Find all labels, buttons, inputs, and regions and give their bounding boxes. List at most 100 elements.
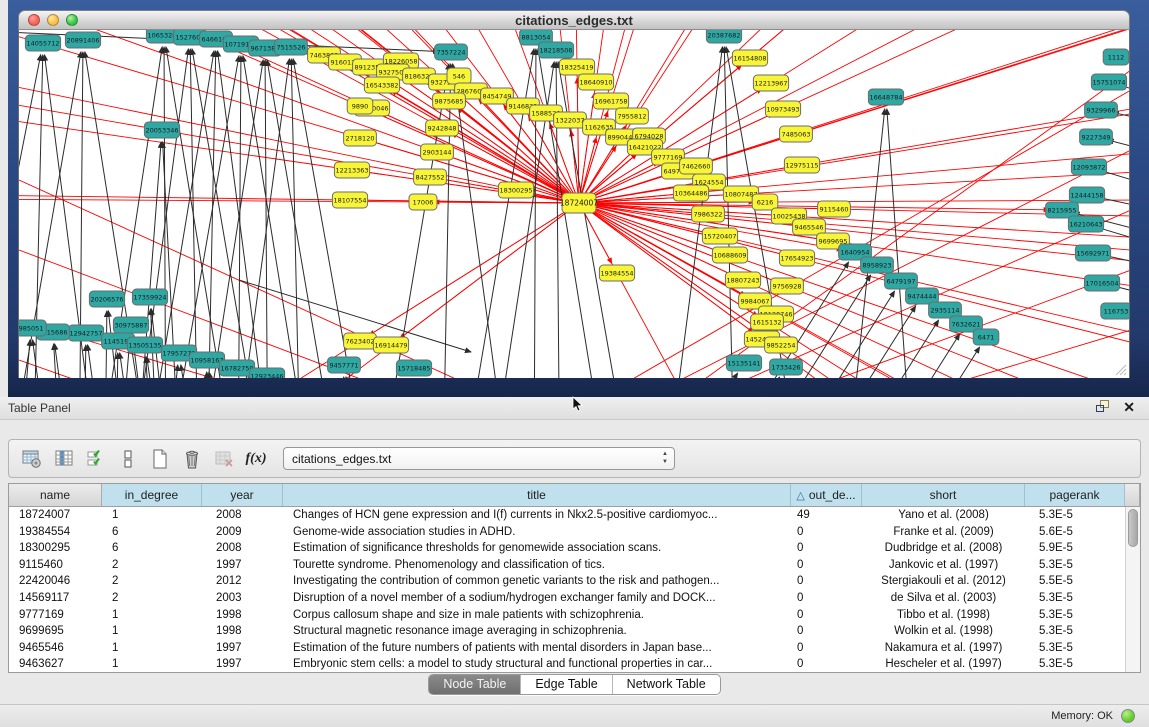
select-all-icon[interactable]	[83, 446, 109, 472]
column-header-out_de[interactable]: △out_de...	[791, 484, 862, 506]
close-panel-icon[interactable]: ✕	[1123, 400, 1135, 414]
graph-node[interactable]: 10973493	[765, 101, 800, 117]
graph-node[interactable]: 7986322	[692, 206, 725, 222]
graph-node[interactable]: 17006	[409, 194, 437, 210]
graph-node[interactable]: 15720407	[702, 228, 737, 244]
graph-node[interactable]: 9756928	[771, 278, 804, 294]
minimize-window-button[interactable]	[47, 14, 59, 26]
graph-node[interactable]: 1733426	[770, 359, 803, 375]
graph-node[interactable]: 8427552	[414, 169, 447, 185]
graph-node[interactable]: 1112	[1103, 49, 1129, 65]
graph-node[interactable]: 17359924	[132, 289, 167, 305]
graph-node[interactable]: 15751074	[1091, 74, 1126, 90]
show-columns-icon[interactable]	[51, 446, 77, 472]
memory-status-indicator[interactable]	[1121, 709, 1135, 723]
graph-node[interactable]: 546	[447, 68, 471, 84]
graph-node[interactable]: 17016504	[1084, 275, 1119, 291]
graph-node[interactable]: 116753	[1101, 303, 1130, 319]
graph-node[interactable]: 985051	[19, 320, 46, 336]
graph-node[interactable]: 10364486	[673, 185, 708, 201]
graph-node[interactable]: 12444158	[1069, 187, 1104, 203]
graph-node[interactable]: 17654923	[779, 250, 814, 266]
graph-node[interactable]: 16543382	[364, 77, 399, 93]
table-row[interactable]: 969969511998Structural magnetic resonanc…	[9, 623, 1125, 640]
table-settings-icon[interactable]	[19, 446, 45, 472]
graph-node[interactable]: 1322037	[554, 112, 587, 128]
table-row[interactable]: 1830029562008Estimation of significance …	[9, 540, 1125, 557]
graph-node[interactable]: 7485063	[780, 126, 813, 142]
graph-node[interactable]: 9329966	[1085, 102, 1118, 118]
graph-node[interactable]: 15718485	[396, 360, 431, 376]
network-graph[interactable]: 7463822916012389123551822605893275051654…	[19, 30, 1130, 378]
graph-node[interactable]: 20206576	[89, 291, 124, 307]
graph-node[interactable]: 9115460	[818, 201, 851, 217]
graph-node[interactable]: 6216	[752, 194, 778, 210]
delete-table-icon[interactable]	[211, 446, 237, 472]
graph-node[interactable]: 12213363	[334, 162, 369, 178]
graph-node[interactable]: 1615132	[751, 314, 784, 330]
graph-node[interactable]: 15692971	[1075, 245, 1110, 261]
graph-node[interactable]: 7515526	[275, 39, 308, 55]
table-row[interactable]: 2242004622012Investigating the contribut…	[9, 573, 1125, 590]
graph-node[interactable]: 6479197	[885, 273, 918, 289]
graph-node[interactable]: 12213967	[753, 75, 788, 91]
graph-node[interactable]: 12093872	[1071, 159, 1106, 175]
table-row[interactable]: 1872400712008Changes of HCN gene express…	[9, 507, 1125, 524]
column-header-title[interactable]: title	[283, 484, 791, 506]
graph-node[interactable]: 7462660	[680, 158, 713, 174]
network-canvas[interactable]: 7463822916012389123551822605893275051654…	[18, 30, 1130, 378]
graph-node[interactable]: 20053346	[144, 122, 179, 138]
table-row[interactable]: 911546021997Tourette syndrome. Phenomeno…	[9, 557, 1125, 574]
graph-node[interactable]: 12975115	[784, 157, 819, 173]
column-header-in_degree[interactable]: in_degree	[102, 484, 202, 506]
graph-node[interactable]: 18218506	[538, 42, 573, 58]
graph-node[interactable]: 20387682	[706, 30, 741, 43]
resize-grip[interactable]	[1113, 362, 1127, 376]
graph-node[interactable]: 6471	[973, 329, 999, 345]
graph-node[interactable]: 2903144	[421, 144, 454, 160]
graph-node[interactable]: 18325419	[559, 59, 594, 75]
graph-node[interactable]: 9875685	[433, 93, 466, 109]
graph-node[interactable]: 16210643	[1068, 216, 1103, 232]
tab-network-table[interactable]: Network Table	[613, 675, 720, 694]
column-header-pagerank[interactable]: pagerank	[1025, 484, 1125, 506]
graph-node[interactable]: 18107554	[332, 192, 367, 208]
column-header-year[interactable]: year	[202, 484, 283, 506]
delete-icon[interactable]	[179, 446, 205, 472]
close-window-button[interactable]	[28, 14, 40, 26]
table-scrollbar-thumb[interactable]	[1128, 509, 1138, 547]
graph-node[interactable]: 18807243	[725, 272, 760, 288]
float-panel-icon[interactable]	[1096, 400, 1111, 414]
graph-node[interactable]: 10688609	[712, 247, 747, 263]
column-header-name[interactable]: name	[9, 484, 102, 506]
rows-icon[interactable]	[115, 446, 141, 472]
graph-node[interactable]: 18724007	[560, 193, 598, 213]
graph-node[interactable]: 9852254	[765, 337, 798, 353]
graph-node[interactable]: 7623402	[344, 333, 377, 349]
graph-node[interactable]: 14055712	[25, 35, 60, 51]
tab-node-table[interactable]: Node Table	[429, 675, 521, 694]
graph-node[interactable]: 16961758	[593, 93, 628, 109]
graph-node[interactable]: 9227349	[1080, 129, 1113, 145]
function-builder-icon[interactable]: f(x)	[243, 446, 269, 472]
network-window-titlebar[interactable]: citations_edges.txt	[18, 10, 1130, 30]
table-row[interactable]: 946554611997Estimation of the future num…	[9, 640, 1125, 657]
graph-node[interactable]: 19384554	[599, 265, 634, 281]
graph-node[interactable]: 9242848	[426, 120, 459, 136]
table-scrollbar[interactable]	[1125, 507, 1140, 672]
graph-node[interactable]: 7955812	[616, 108, 649, 124]
table-row[interactable]: 1456911722003Disruption of a novel membe…	[9, 590, 1125, 607]
zoom-window-button[interactable]	[66, 14, 78, 26]
graph-node[interactable]: 9457771	[328, 357, 361, 373]
graph-node[interactable]: 30975887	[113, 317, 148, 333]
graph-node[interactable]: 7357224	[435, 44, 468, 60]
table-selector-dropdown[interactable]: citations_edges.txt ▲▼	[283, 447, 675, 470]
column-header-short[interactable]: short	[862, 484, 1025, 506]
graph-node[interactable]: 18300295	[498, 182, 533, 198]
tab-edge-table[interactable]: Edge Table	[521, 675, 612, 694]
graph-node[interactable]: 16914479	[373, 337, 408, 353]
graph-node[interactable]: 16648784	[868, 89, 903, 105]
graph-node[interactable]: 13505135	[127, 337, 162, 353]
graph-node[interactable]: 20891406	[65, 32, 100, 48]
graph-node[interactable]: 18640910	[578, 74, 613, 90]
